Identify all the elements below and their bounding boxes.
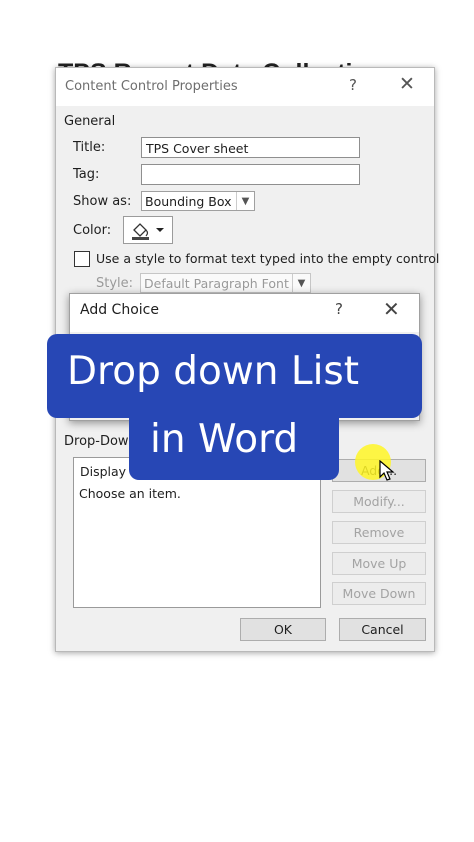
add-choice-close-button[interactable]: ✕ (383, 297, 400, 321)
show-as-value: Bounding Box (145, 194, 232, 209)
chevron-down-icon: ▼ (292, 274, 310, 292)
color-picker-button[interactable] (123, 216, 173, 244)
use-style-label: Use a style to format text typed into th… (96, 251, 440, 266)
dialog-title: Content Control Properties (65, 79, 238, 94)
title-label: Title: (73, 140, 106, 155)
overlay-caption-line2: in Word (129, 414, 339, 480)
close-button[interactable]: ✕ (399, 73, 415, 95)
add-choice-help-button[interactable]: ? (335, 300, 343, 318)
remove-button[interactable]: Remove (332, 521, 426, 544)
paint-bucket-icon (132, 223, 164, 240)
move-up-button[interactable]: Move Up (332, 552, 426, 575)
style-value: Default Paragraph Font (144, 276, 289, 291)
color-label: Color: (73, 223, 112, 238)
ok-button[interactable]: OK (240, 618, 326, 641)
cursor-highlight (355, 444, 395, 481)
show-as-label: Show as: (73, 194, 132, 209)
general-section-label: General (64, 114, 116, 129)
add-choice-title: Add Choice (80, 302, 159, 318)
modify-button[interactable]: Modify... (332, 490, 426, 513)
show-as-select[interactable]: Bounding Box ▼ (141, 191, 255, 211)
list-item[interactable]: Choose an item. (79, 486, 181, 501)
style-label: Style: (96, 276, 134, 291)
dropdown-section-label: Drop-Down List Properties (64, 434, 134, 449)
cancel-button[interactable]: Cancel (339, 618, 426, 641)
mouse-pointer-icon (379, 460, 395, 481)
move-down-button[interactable]: Move Down (332, 582, 426, 605)
tag-input[interactable] (141, 164, 360, 185)
add-choice-titlebar: Add Choice ? ✕ (70, 294, 419, 332)
dialog-titlebar: Content Control Properties ? ✕ (56, 68, 434, 106)
style-select[interactable]: Default Paragraph Font ▼ (140, 273, 311, 293)
tag-label: Tag: (73, 167, 100, 182)
overlay-caption-line1: Drop down List (47, 334, 422, 418)
chevron-down-icon: ▼ (236, 192, 254, 210)
use-style-checkbox[interactable] (74, 251, 90, 267)
title-input[interactable]: TPS Cover sheet (141, 137, 360, 158)
help-button[interactable]: ? (349, 76, 357, 94)
